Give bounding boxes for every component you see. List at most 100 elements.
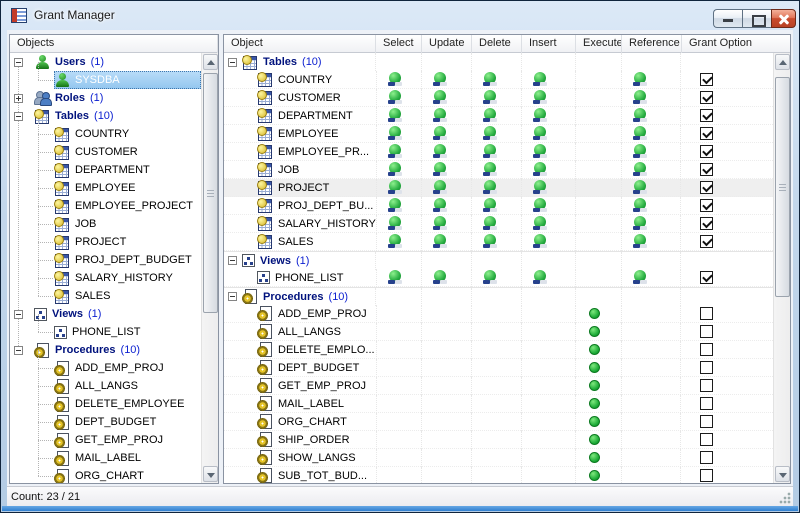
tree-item-sysdba[interactable]: SYSDBA	[10, 71, 201, 89]
grid-group-tables[interactable]: Tables(10)	[224, 53, 773, 71]
select-grant-cell[interactable]	[376, 233, 422, 251]
grant-option-checkbox[interactable]	[700, 181, 713, 194]
grant-granted-icon[interactable]	[533, 144, 548, 159]
delete-grant-cell[interactable]	[471, 161, 521, 179]
delete-grant-cell[interactable]	[471, 179, 521, 197]
reference-grant-cell[interactable]	[621, 359, 681, 377]
insert-grant-cell[interactable]	[521, 431, 575, 449]
update-grant-cell[interactable]	[421, 233, 471, 251]
delete-grant-cell[interactable]	[471, 305, 521, 323]
execute-grant-cell[interactable]	[575, 305, 621, 323]
reference-grant-cell[interactable]	[621, 125, 681, 143]
grid-row-salary_history[interactable]: SALARY_HISTORY	[224, 215, 773, 233]
delete-grant-cell[interactable]	[471, 107, 521, 125]
reference-grant-cell[interactable]	[621, 89, 681, 107]
update-grant-cell[interactable]	[421, 143, 471, 161]
grant-granted-icon[interactable]	[388, 90, 403, 105]
delete-grant-cell[interactable]	[471, 215, 521, 233]
update-grant-cell[interactable]	[421, 359, 471, 377]
insert-grant-cell[interactable]	[521, 359, 575, 377]
scroll-down-button[interactable]	[203, 466, 218, 482]
grant-granted-icon[interactable]	[433, 216, 448, 231]
select-grant-cell[interactable]	[376, 89, 422, 107]
grid-row-get_emp_proj[interactable]: GET_EMP_PROJ	[224, 377, 773, 395]
grant-granted-icon[interactable]	[533, 90, 548, 105]
grant-option-checkbox[interactable]	[700, 235, 713, 248]
expander-minus-icon[interactable]	[14, 58, 23, 67]
reference-grant-cell[interactable]	[621, 269, 681, 287]
grant-option-checkbox[interactable]	[700, 343, 713, 356]
grant-granted-icon[interactable]	[483, 108, 498, 123]
select-grant-cell[interactable]	[376, 71, 422, 89]
insert-grant-cell[interactable]	[521, 323, 575, 341]
grant-option-checkbox[interactable]	[700, 379, 713, 392]
grant-granted-icon[interactable]	[433, 108, 448, 123]
reference-grant-cell[interactable]	[621, 431, 681, 449]
select-grant-cell[interactable]	[376, 215, 422, 233]
grant-execute-icon[interactable]	[589, 452, 600, 463]
update-grant-cell[interactable]	[421, 125, 471, 143]
select-grant-cell[interactable]	[376, 269, 422, 287]
grant-option-checkbox[interactable]	[700, 199, 713, 212]
scrollbar-thumb[interactable]	[203, 73, 218, 313]
grid-row-employee_pr...[interactable]: EMPLOYEE_PR...	[224, 143, 773, 161]
select-grant-cell[interactable]	[376, 179, 422, 197]
select-grant-cell[interactable]	[376, 305, 422, 323]
update-grant-cell[interactable]	[421, 413, 471, 431]
execute-grant-cell[interactable]	[575, 197, 621, 215]
tree-item-org_chart[interactable]: ORG_CHART	[10, 467, 201, 483]
execute-grant-cell[interactable]	[575, 125, 621, 143]
grant-granted-icon[interactable]	[433, 270, 448, 285]
grant-execute-icon[interactable]	[589, 326, 600, 337]
insert-grant-cell[interactable]	[521, 269, 575, 287]
insert-grant-cell[interactable]	[521, 413, 575, 431]
column-header-reference[interactable]: Reference	[622, 35, 682, 53]
grant-granted-icon[interactable]	[633, 108, 648, 123]
grid-row-department[interactable]: DEPARTMENT	[224, 107, 773, 125]
grant-execute-icon[interactable]	[589, 470, 600, 481]
select-grant-cell[interactable]	[376, 395, 422, 413]
delete-grant-cell[interactable]	[471, 89, 521, 107]
close-button[interactable]	[771, 9, 796, 28]
column-header-object[interactable]: Object	[224, 35, 376, 53]
grant-granted-icon[interactable]	[433, 72, 448, 87]
delete-grant-cell[interactable]	[471, 269, 521, 287]
grant-granted-icon[interactable]	[483, 90, 498, 105]
delete-grant-cell[interactable]	[471, 431, 521, 449]
grid-row-job[interactable]: JOB	[224, 161, 773, 179]
update-grant-cell[interactable]	[421, 107, 471, 125]
grant-option-checkbox[interactable]	[700, 433, 713, 446]
reference-grant-cell[interactable]	[621, 467, 681, 484]
grid-group-procedures[interactable]: Procedures(10)	[224, 287, 773, 305]
reference-grant-cell[interactable]	[621, 215, 681, 233]
grant-granted-icon[interactable]	[483, 72, 498, 87]
select-grant-cell[interactable]	[376, 125, 422, 143]
insert-grant-cell[interactable]	[521, 161, 575, 179]
grant-option-checkbox[interactable]	[700, 73, 713, 86]
expander-minus-icon[interactable]	[228, 58, 237, 67]
delete-grant-cell[interactable]	[471, 197, 521, 215]
grant-granted-icon[interactable]	[633, 234, 648, 249]
reference-grant-cell[interactable]	[621, 71, 681, 89]
column-header-update[interactable]: Update	[422, 35, 472, 53]
select-grant-cell[interactable]	[376, 431, 422, 449]
insert-grant-cell[interactable]	[521, 89, 575, 107]
delete-grant-cell[interactable]	[471, 323, 521, 341]
grid-row-mail_label[interactable]: MAIL_LABEL	[224, 395, 773, 413]
grant-granted-icon[interactable]	[633, 270, 648, 285]
grid-row-customer[interactable]: CUSTOMER	[224, 89, 773, 107]
grid-group-views[interactable]: Views(1)	[224, 251, 773, 269]
grant-option-checkbox[interactable]	[700, 91, 713, 104]
select-grant-cell[interactable]	[376, 161, 422, 179]
execute-grant-cell[interactable]	[575, 161, 621, 179]
reference-grant-cell[interactable]	[621, 413, 681, 431]
insert-grant-cell[interactable]	[521, 467, 575, 484]
column-header-select[interactable]: Select	[376, 35, 422, 53]
grant-granted-icon[interactable]	[388, 72, 403, 87]
grant-granted-icon[interactable]	[633, 162, 648, 177]
update-grant-cell[interactable]	[421, 467, 471, 484]
grant-granted-icon[interactable]	[483, 126, 498, 141]
grant-granted-icon[interactable]	[533, 180, 548, 195]
delete-grant-cell[interactable]	[471, 395, 521, 413]
execute-grant-cell[interactable]	[575, 341, 621, 359]
